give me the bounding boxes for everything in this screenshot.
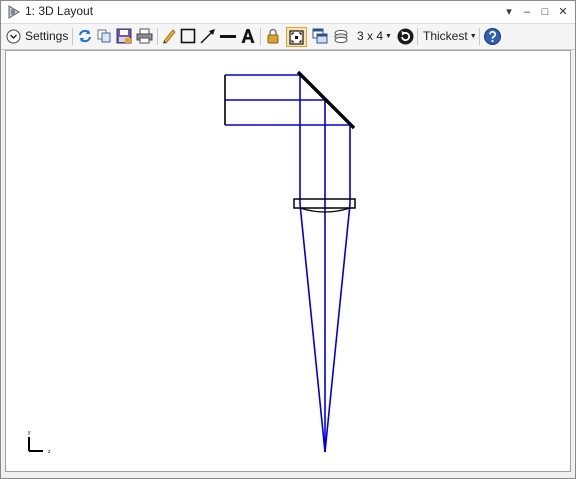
line-icon (220, 35, 236, 38)
draw-arrow-button[interactable] (198, 27, 218, 46)
help-icon (483, 28, 501, 45)
window-menu-chevron-icon[interactable]: ▾ (501, 3, 517, 21)
toolbar-separator (157, 28, 158, 45)
rotate-button[interactable] (395, 27, 415, 46)
windows-icon (312, 28, 328, 44)
window-title: 1: 3D Layout (25, 4, 94, 18)
grid-layout-dropdown[interactable]: 3 x 4 ▼ (357, 27, 393, 46)
axis-y-label: y (28, 430, 31, 436)
printer-icon (136, 28, 152, 44)
line-thickness-dropdown[interactable]: Thickest ▼ (423, 27, 477, 46)
chevron-down-icon: ▼ (469, 33, 477, 40)
layers-button[interactable] (331, 27, 351, 46)
overlay-windows-button[interactable] (310, 27, 330, 46)
zemax-lens-icon (8, 5, 20, 19)
title-bar: 1: 3D Layout ▾ – □ ✕ (1, 1, 575, 24)
lock-button[interactable] (263, 27, 283, 46)
lock-icon (267, 28, 279, 44)
refresh-button[interactable] (75, 27, 95, 46)
copy-button[interactable] (94, 27, 114, 46)
arrow-icon (200, 29, 215, 44)
rotate-icon (397, 28, 413, 45)
refresh-icon (79, 29, 91, 43)
draw-pencil-button[interactable] (159, 27, 179, 46)
optical-elements (224, 70, 356, 213)
axis-z-label: z (48, 449, 51, 455)
chevron-down-circle-icon (6, 29, 21, 44)
line-thickness-value: Thickest (423, 29, 468, 43)
text-icon (241, 29, 255, 43)
close-button[interactable]: ✕ (555, 3, 571, 21)
layers-icon (334, 29, 348, 44)
toolbar-separator (417, 28, 418, 45)
maximize-button[interactable]: □ (537, 3, 553, 21)
save-button[interactable] (114, 27, 134, 46)
chevron-down-icon: ▼ (385, 33, 392, 40)
minimize-button[interactable]: – (519, 3, 535, 21)
ray-bundle (225, 74, 351, 453)
save-icon (116, 28, 132, 44)
ray-left-converging (299, 203, 326, 453)
toolbar-separator (72, 28, 73, 45)
axis-indicator: y z (28, 430, 51, 455)
settings-label: Settings (25, 29, 69, 43)
pencil-icon (163, 29, 176, 44)
fit-to-view-icon (289, 30, 304, 45)
grid-layout-value: 3 x 4 (357, 29, 384, 43)
settings-button[interactable]: Settings (5, 27, 69, 46)
draw-rectangle-button[interactable] (178, 27, 198, 46)
toolbar-separator (479, 28, 480, 45)
help-button[interactable] (482, 27, 502, 46)
copy-icon (97, 29, 111, 43)
draw-line-button[interactable] (218, 27, 238, 46)
toolbar-separator (260, 28, 261, 45)
layout-canvas[interactable]: y z (5, 50, 571, 472)
print-button[interactable] (134, 27, 154, 46)
optical-layout-drawing: y z (28, 70, 356, 455)
layout-window: 1: 3D Layout ▾ – □ ✕ Settings 3 x 4 ▼ Th… (0, 0, 576, 479)
add-text-button[interactable] (238, 27, 258, 46)
rectangle-icon (180, 28, 196, 44)
zoom-fit-button[interactable] (286, 27, 307, 47)
ray-right-converging (324, 203, 351, 453)
